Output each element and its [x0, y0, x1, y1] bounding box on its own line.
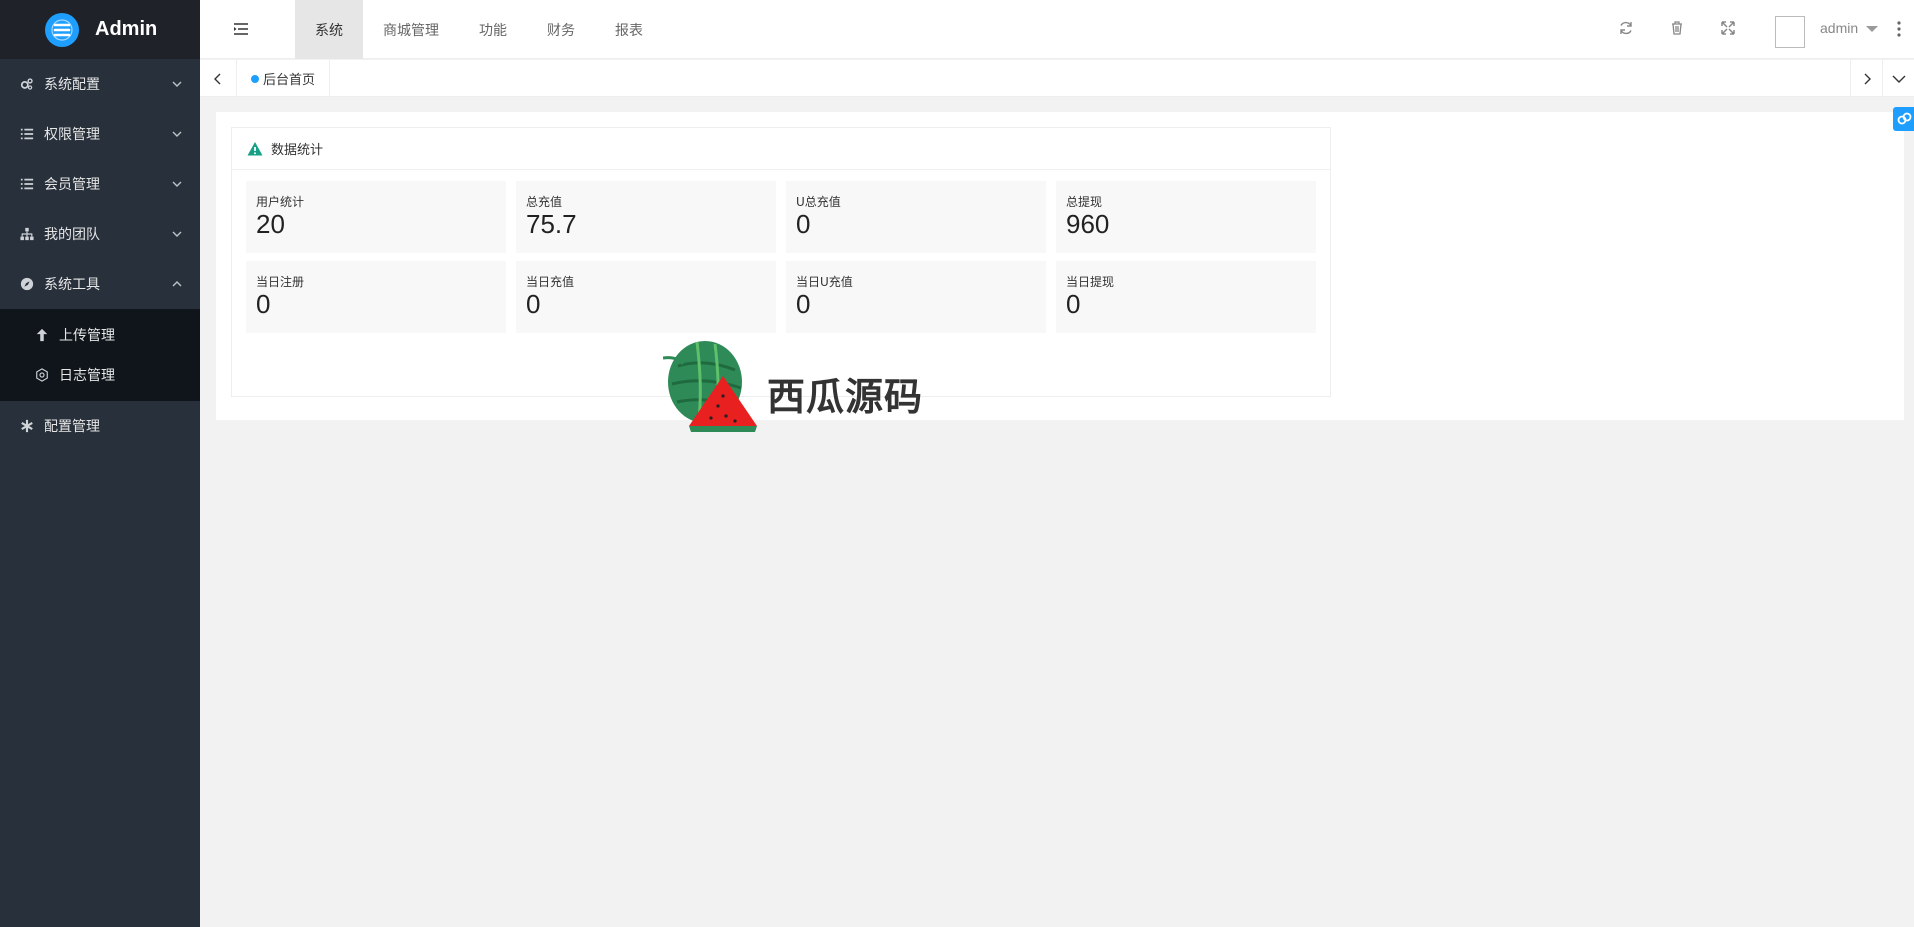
stat-tile-user-count: 用户统计 20: [246, 181, 506, 253]
stat-tile-today-recharge: 当日充值 0: [516, 261, 776, 333]
sitemap-icon: [20, 227, 34, 241]
stat-tile-total-withdraw: 总提现 960: [1056, 181, 1316, 253]
trash-icon[interactable]: [1669, 20, 1685, 36]
tab-finance[interactable]: 财务: [527, 0, 595, 59]
stat-value: 0: [526, 289, 541, 319]
watermelon-icon: [663, 341, 757, 432]
stat-label: 当日提现: [1066, 275, 1115, 289]
sidebar-item-my-team[interactable]: 我的团队: [0, 209, 200, 259]
gears-icon: [20, 77, 34, 91]
avatar[interactable]: [1775, 16, 1805, 48]
refresh-icon[interactable]: [1618, 20, 1634, 36]
app-title: Admin: [95, 18, 158, 40]
sidebar-item-label: 我的团队: [44, 227, 100, 243]
list-icon: [20, 177, 34, 191]
stat-label: 当日U充值: [796, 275, 853, 289]
arrow-up-icon: [35, 328, 49, 342]
chevron-down-icon: [170, 177, 184, 191]
username[interactable]: admin: [1820, 20, 1858, 36]
sidebar-item-label: 系统配置: [44, 77, 100, 93]
tab-options-chevron-down-icon[interactable]: [1882, 60, 1914, 97]
stat-label: 用户统计: [256, 195, 305, 209]
sidebar: Admin 系统配置 权限管理 会员管理 我的团队 系统工具 上传管理 日志管理…: [0, 0, 200, 927]
sidebar-item-members[interactable]: 会员管理: [0, 159, 200, 209]
sidebar-item-log-manage[interactable]: 日志管理: [0, 355, 200, 395]
warning-icon: [247, 141, 263, 157]
card-title: 数据统计: [271, 143, 324, 158]
stat-tile-today-withdraw: 当日提现 0: [1056, 261, 1316, 333]
caret-down-icon[interactable]: [1866, 26, 1878, 32]
chevron-down-icon: [170, 127, 184, 141]
top-header: 系统 商城管理 功能 财务 报表 admin: [200, 0, 1914, 59]
tab-mall-manage[interactable]: 商城管理: [363, 0, 459, 59]
active-dot: [251, 74, 259, 83]
chevron-down-icon: [170, 77, 184, 91]
submenu-system-tools: 上传管理 日志管理: [0, 309, 200, 401]
stat-tile-total-recharge: 总充值 75.7: [516, 181, 776, 253]
sidebar-item-label: 配置管理: [44, 419, 100, 435]
log-icon: [35, 368, 49, 382]
main-content: 数据统计 用户统计 20 总充值 75.7 U总充值 0 总提现 960 当日注…: [216, 112, 1904, 420]
asterisk-icon: [20, 419, 34, 433]
list-icon: [20, 127, 34, 141]
sidebar-item-upload-manage[interactable]: 上传管理: [0, 315, 200, 355]
stat-value: 0: [796, 209, 811, 239]
tab-scroll-right-icon[interactable]: [1850, 60, 1882, 97]
sidebar-item-label: 上传管理: [59, 328, 115, 344]
stat-value: 0: [256, 289, 271, 319]
stat-label: 总充值: [526, 195, 563, 209]
fullscreen-icon[interactable]: [1720, 20, 1736, 36]
stat-value: 75.7: [526, 209, 577, 239]
sidebar-item-label: 会员管理: [44, 177, 100, 193]
stat-label: 当日注册: [256, 275, 305, 289]
watermark: 西瓜源码: [663, 336, 923, 432]
stat-tile-u-total-recharge: U总充值 0: [786, 181, 1046, 253]
sidebar-item-label: 日志管理: [59, 368, 115, 384]
logo[interactable]: Admin: [0, 0, 200, 59]
sidebar-item-label: 权限管理: [44, 127, 100, 143]
app-logo-icon: [45, 12, 79, 47]
stat-value: 0: [1066, 289, 1081, 319]
menu-toggle-icon[interactable]: [232, 20, 250, 38]
page-tab-label: 后台首页: [263, 73, 316, 88]
stat-label: 当日充值: [526, 275, 575, 289]
sidebar-item-config-manage[interactable]: 配置管理: [0, 401, 200, 451]
tab-system[interactable]: 系统: [295, 0, 363, 59]
stat-label: 总提现: [1066, 195, 1103, 209]
tab-functions[interactable]: 功能: [459, 0, 527, 59]
floating-link-icon[interactable]: [1893, 107, 1914, 131]
top-nav: 系统 商城管理 功能 财务 报表: [295, 0, 663, 59]
more-vertical-icon[interactable]: [1896, 20, 1902, 38]
page-tab-home[interactable]: 后台首页: [237, 60, 331, 97]
watermark-text: 西瓜源码: [767, 375, 924, 419]
sidebar-item-system-tools[interactable]: 系统工具: [0, 259, 200, 309]
sidebar-item-label: 系统工具: [44, 277, 100, 293]
sidebar-item-system-config[interactable]: 系统配置: [0, 59, 200, 109]
chevron-up-icon: [170, 277, 184, 291]
tab-reports[interactable]: 报表: [595, 0, 663, 59]
stat-label: U总充值: [796, 195, 841, 209]
sidebar-item-permission[interactable]: 权限管理: [0, 109, 200, 159]
page-tab-bar: 后台首页: [200, 60, 1914, 97]
stat-tile-today-u-recharge: 当日U充值 0: [786, 261, 1046, 333]
chevron-down-icon: [170, 227, 184, 241]
tab-scroll-left-icon[interactable]: [200, 60, 237, 97]
stat-value: 20: [256, 209, 285, 239]
card-header: 数据统计: [232, 128, 1330, 170]
stat-value: 960: [1066, 209, 1110, 239]
compass-icon: [20, 277, 34, 291]
stat-value: 0: [796, 289, 811, 319]
stat-tile-today-register: 当日注册 0: [246, 261, 506, 333]
